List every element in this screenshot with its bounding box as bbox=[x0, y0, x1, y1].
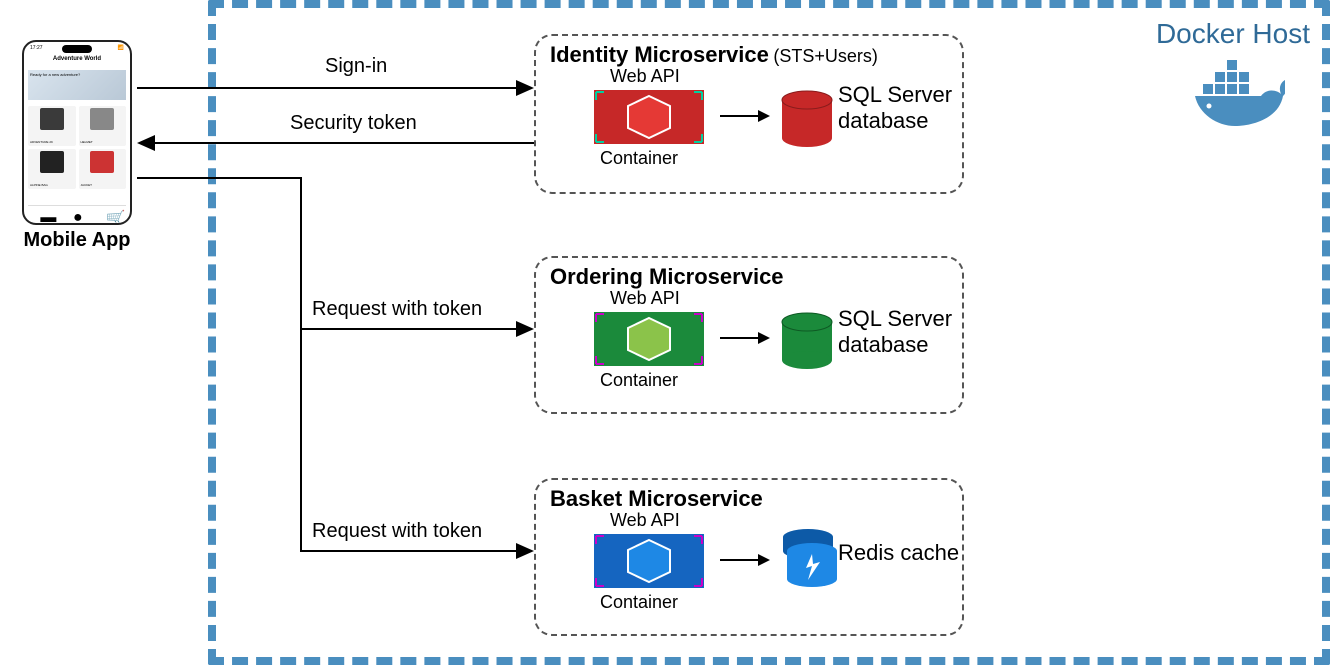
mobile-app-label: Mobile App bbox=[22, 229, 132, 252]
arrow-to-db-icon bbox=[720, 106, 770, 126]
container-icon bbox=[594, 312, 704, 366]
product-card: HELMET bbox=[79, 106, 127, 146]
phone-status-bar: 17:27 📶 bbox=[30, 45, 124, 51]
edge-request-ordering bbox=[300, 328, 520, 330]
cart-icon: 🛒 bbox=[106, 209, 114, 217]
edge-trunk-vertical bbox=[300, 177, 302, 551]
phone-time: 17:27 bbox=[30, 45, 43, 51]
user-icon: ● bbox=[73, 209, 81, 217]
arrow-head-left-icon bbox=[137, 135, 155, 151]
storage-label-basket: Redis cache bbox=[838, 540, 998, 566]
mobile-phone-mock: 17:27 📶 Adventure World Ready for a new … bbox=[22, 40, 132, 225]
container-label: Container bbox=[600, 370, 678, 391]
phone-hero-banner: Ready for a new adventure? bbox=[28, 70, 126, 100]
arrow-head-right-icon bbox=[516, 543, 534, 559]
webapi-label: Web API bbox=[610, 66, 680, 87]
arrow-head-right-icon bbox=[516, 321, 534, 337]
home-icon: ▬ bbox=[40, 209, 48, 217]
database-icon bbox=[780, 312, 834, 372]
edge-security-token bbox=[152, 142, 534, 144]
edge-label-signin: Sign-in bbox=[325, 55, 387, 78]
edge-label-token: Security token bbox=[290, 112, 417, 135]
webapi-label: Web API bbox=[610, 288, 680, 309]
webapi-label: Web API bbox=[610, 510, 680, 531]
edge-label-request2: Request with token bbox=[312, 520, 482, 543]
phone-hero-title: Ready for a new adventure? bbox=[30, 72, 80, 77]
ms-subtitle: (STS+Users) bbox=[773, 46, 878, 66]
container-label: Container bbox=[600, 592, 678, 613]
storage-label-ordering: SQL Server database bbox=[838, 306, 978, 358]
arrow-to-cache-icon bbox=[720, 550, 770, 570]
container-label: Container bbox=[600, 148, 678, 169]
architecture-diagram: Docker Host 17:27 📶 Adventure World Read… bbox=[0, 0, 1340, 672]
product-card: JACKET bbox=[79, 149, 127, 189]
phone-product-grid: ADVENTURE 29 HELMET ALPINE BAG JACKET bbox=[28, 106, 126, 189]
container-icon bbox=[594, 90, 704, 144]
arrow-to-db-icon bbox=[720, 328, 770, 348]
docker-host-label: Docker Host bbox=[1156, 18, 1310, 50]
product-card: ADVENTURE 29 bbox=[28, 106, 76, 146]
edge-signin bbox=[137, 87, 522, 89]
redis-cache-icon bbox=[780, 528, 840, 596]
ms-title: Basket Microservice bbox=[550, 486, 763, 511]
phone-app-title: Adventure World bbox=[28, 56, 126, 62]
ms-title: Identity Microservice bbox=[550, 42, 769, 67]
phone-bottom-nav: ▬ ● 🛒 bbox=[28, 205, 126, 219]
database-icon bbox=[780, 90, 834, 150]
edge-label-request1: Request with token bbox=[312, 298, 482, 321]
phone-signal-icon: 📶 bbox=[118, 45, 124, 51]
arrow-head-right-icon bbox=[516, 80, 534, 96]
mobile-app: 17:27 📶 Adventure World Ready for a new … bbox=[22, 40, 132, 252]
docker-whale-icon bbox=[1195, 60, 1285, 130]
edge-trunk-horizontal bbox=[137, 177, 302, 179]
ms-title: Ordering Microservice bbox=[550, 264, 784, 289]
edge-request-basket bbox=[300, 550, 520, 552]
container-icon bbox=[594, 534, 704, 588]
product-card: ALPINE BAG bbox=[28, 149, 76, 189]
storage-label-identity: SQL Server database bbox=[838, 82, 978, 134]
